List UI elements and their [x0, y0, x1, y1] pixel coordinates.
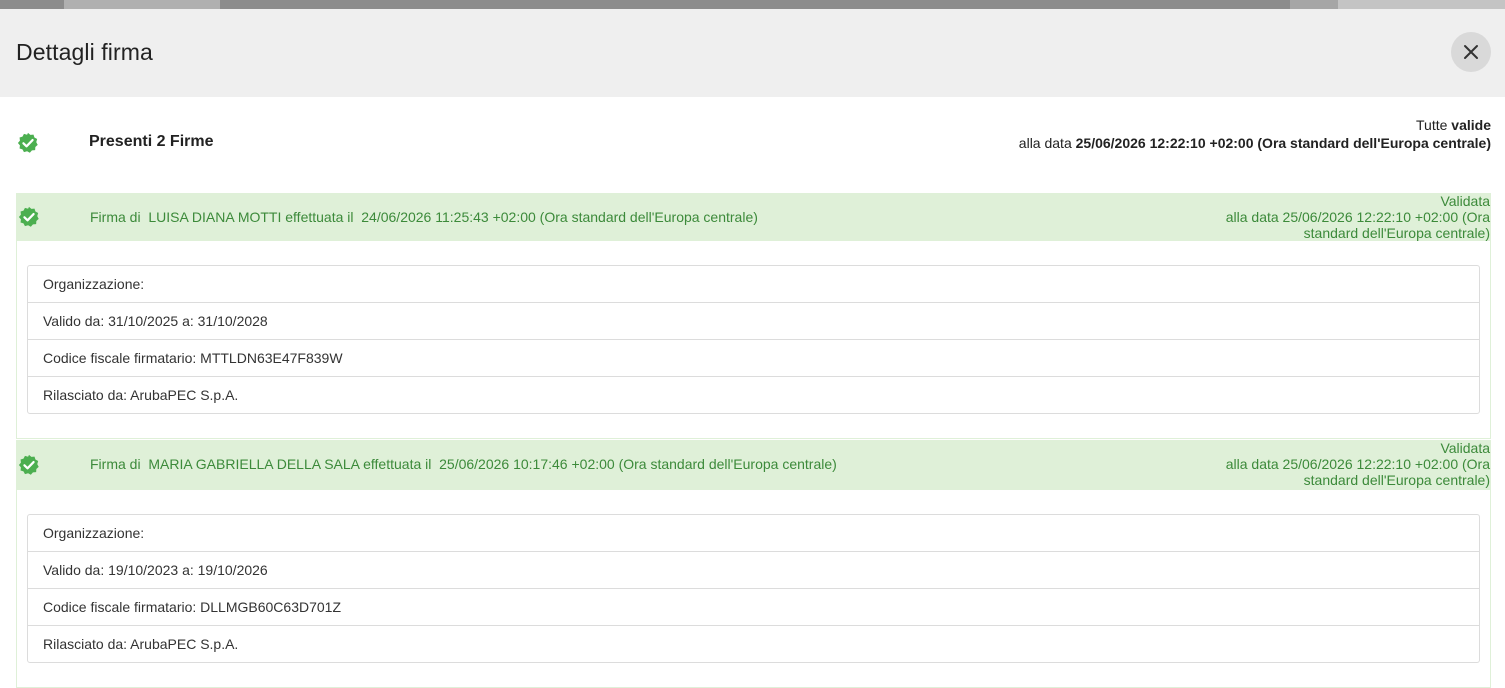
info-row-fiscal-code: Codice fiscale firmatario: DLLMGB60C63D7… — [28, 589, 1479, 626]
signature-details: Organizzazione: Valido da: 31/10/2025 a:… — [16, 241, 1491, 439]
close-button[interactable] — [1451, 32, 1491, 72]
date-prefix: alla data — [1018, 135, 1076, 151]
info-row-organization: Organizzazione: — [28, 266, 1479, 303]
signature-header[interactable]: Firma di MARIA GABRIELLA DELLA SALA effe… — [16, 440, 1491, 490]
status-value: valide — [1451, 117, 1491, 133]
signature-header[interactable]: Firma di LUISA DIANA MOTTI effettuata il… — [16, 193, 1491, 241]
info-row-issuer: Rilasciato da: ArubaPEC S.p.A. — [43, 387, 239, 403]
info-row-organization: Organizzazione: — [28, 515, 1479, 552]
status-prefix: Tutte — [1416, 117, 1452, 133]
info-row-issuer: Rilasciato da: ArubaPEC S.p.A. — [43, 636, 239, 652]
info-row-fiscal-code: Codice fiscale firmatario: MTTLDN63E47F8… — [28, 340, 1479, 377]
background-segment — [1338, 0, 1505, 9]
signatures-summary: Presenti 2 Firme Tutte valide alla data … — [0, 97, 1505, 187]
signature-details: Organizzazione: Valido da: 19/10/2023 a:… — [16, 490, 1491, 688]
signature-count: Presenti 2 Firme — [89, 133, 214, 150]
signature-validation: Validata alla data 25/06/2026 12:22:10 +… — [1220, 440, 1490, 488]
verified-badge-icon — [18, 206, 39, 227]
info-row-validity: Valido da: 31/10/2025 a: 31/10/2028 — [28, 303, 1479, 340]
dialog-header: Dettagli firma — [0, 9, 1505, 97]
background-segment — [64, 0, 220, 9]
signature-label: Firma di LUISA DIANA MOTTI effettuata il… — [90, 209, 758, 225]
verified-badge-icon — [18, 454, 39, 475]
validation-title: Validata — [1440, 440, 1490, 456]
summary-status: Tutte valide alla data 25/06/2026 12:22:… — [1019, 116, 1491, 152]
dialog-title: Dettagli firma — [16, 39, 153, 65]
certificate-info-table: Organizzazione: Valido da: 31/10/2025 a:… — [27, 265, 1480, 414]
date-value: 25/06/2026 12:22:10 +02:00 (Ora standard… — [1075, 135, 1491, 151]
signature-validation: Validata alla data 25/06/2026 12:22:10 +… — [1220, 193, 1490, 241]
verified-badge-icon — [17, 132, 38, 153]
validation-date: alla data 25/06/2026 12:22:10 +02:00 (Or… — [1225, 209, 1490, 241]
background-page-strip — [0, 0, 1505, 9]
close-icon — [1464, 45, 1478, 59]
validation-date: alla data 25/06/2026 12:22:10 +02:00 (Or… — [1225, 456, 1490, 488]
info-row-validity: Valido da: 19/10/2023 a: 19/10/2026 — [28, 552, 1479, 589]
validation-title: Validata — [1440, 193, 1490, 209]
certificate-info-table: Organizzazione: Valido da: 19/10/2023 a:… — [27, 514, 1480, 663]
signature-card: Firma di MARIA GABRIELLA DELLA SALA effe… — [16, 440, 1491, 688]
signature-label: Firma di MARIA GABRIELLA DELLA SALA effe… — [90, 456, 837, 472]
signature-card: Firma di LUISA DIANA MOTTI effettuata il… — [16, 193, 1491, 439]
